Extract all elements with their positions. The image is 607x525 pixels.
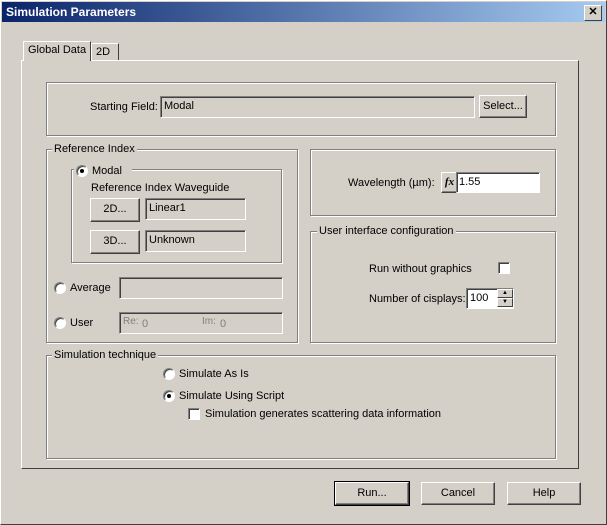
run-without-graphics-checkbox[interactable] <box>498 262 510 274</box>
num-displays-label: Number of cisplays: <box>369 293 466 305</box>
scattering-checkbox[interactable] <box>188 408 200 420</box>
2d-value: Linear1 <box>149 202 186 214</box>
run-without-graphics-label: Run without graphics <box>369 263 472 275</box>
select-button[interactable]: Select... <box>479 95 527 118</box>
user-value-box: Re: 0 Im: 0 <box>119 312 283 334</box>
select-button-label: Select... <box>483 100 523 112</box>
run-button-label: Run... <box>357 487 387 499</box>
modal-radio[interactable] <box>76 165 88 177</box>
spin-up-button[interactable]: ▲ <box>497 289 513 298</box>
tab-global-data[interactable]: Global Data <box>23 41 92 61</box>
simulate-as-is-label: Simulate As Is <box>179 368 249 380</box>
modal-label: Modal <box>92 165 122 177</box>
tab-global-data-label: Global Data <box>28 44 87 56</box>
ui-config-group <box>310 231 556 343</box>
simulate-using-script-label: Simulate Using Script <box>179 390 285 402</box>
2d-value-box: Linear1 <box>145 198 246 220</box>
cancel-button-label: Cancel <box>440 487 476 499</box>
simulate-as-is-radio[interactable] <box>163 368 175 380</box>
dialog-window: Simulation Parameters ✕ Global Data 2D S… <box>0 0 607 525</box>
3d-button-label: 3D... <box>103 235 127 247</box>
reference-index-legend: Reference Index <box>52 143 137 155</box>
im-value: 0 <box>220 318 227 330</box>
re-value: 0 <box>142 318 149 330</box>
3d-value: Unknown <box>149 234 195 246</box>
simulate-using-script-radio[interactable] <box>163 390 175 402</box>
spin-down-button[interactable]: ▼ <box>497 298 513 307</box>
3d-value-box: Unknown <box>145 230 246 252</box>
user-radio[interactable] <box>54 317 66 329</box>
help-button-label: Help <box>532 487 556 499</box>
average-label: Average <box>70 282 111 294</box>
starting-field-value: Modal <box>164 100 194 112</box>
simulation-legend: Simulation technique <box>52 349 159 361</box>
help-button[interactable]: Help <box>507 482 581 505</box>
close-button[interactable]: ✕ <box>584 5 602 21</box>
num-displays-value: 100 <box>470 292 489 304</box>
scattering-label: Simulation generates scattering data inf… <box>205 408 442 420</box>
simulation-group <box>46 355 556 459</box>
wavelength-input[interactable]: 1.55 <box>456 172 540 193</box>
starting-field-label: Starting Field: <box>90 101 158 113</box>
2d-button[interactable]: 2D... <box>90 198 140 222</box>
wavelength-value: 1.55 <box>459 176 481 188</box>
title-bar[interactable]: Simulation Parameters ✕ <box>2 2 605 22</box>
run-button[interactable]: Run... <box>334 481 410 506</box>
close-icon: ✕ <box>588 6 598 18</box>
average-input[interactable] <box>119 277 283 299</box>
average-radio[interactable] <box>54 282 66 294</box>
cancel-button[interactable]: Cancel <box>421 482 495 505</box>
wavelength-label: Wavelength (µm): <box>348 177 435 189</box>
tab-2d[interactable]: 2D <box>91 43 120 61</box>
re-label: Re: <box>123 316 139 327</box>
starting-field-value-box: Modal <box>160 96 475 118</box>
tab-2d-label: 2D <box>96 46 111 58</box>
2d-button-label: 2D... <box>103 203 127 215</box>
spin-down-icon: ▼ <box>502 299 508 305</box>
window-title: Simulation Parameters <box>6 5 137 19</box>
user-label: User <box>70 317 94 329</box>
im-label: Im: <box>202 316 216 327</box>
3d-button[interactable]: 3D... <box>90 230 140 254</box>
spin-up-icon: ▲ <box>502 290 508 296</box>
waveguide-label: Reference Index Waveguide <box>91 182 230 194</box>
ui-config-legend: User interface configuration <box>317 225 456 237</box>
fx-icon: fx <box>444 176 455 188</box>
